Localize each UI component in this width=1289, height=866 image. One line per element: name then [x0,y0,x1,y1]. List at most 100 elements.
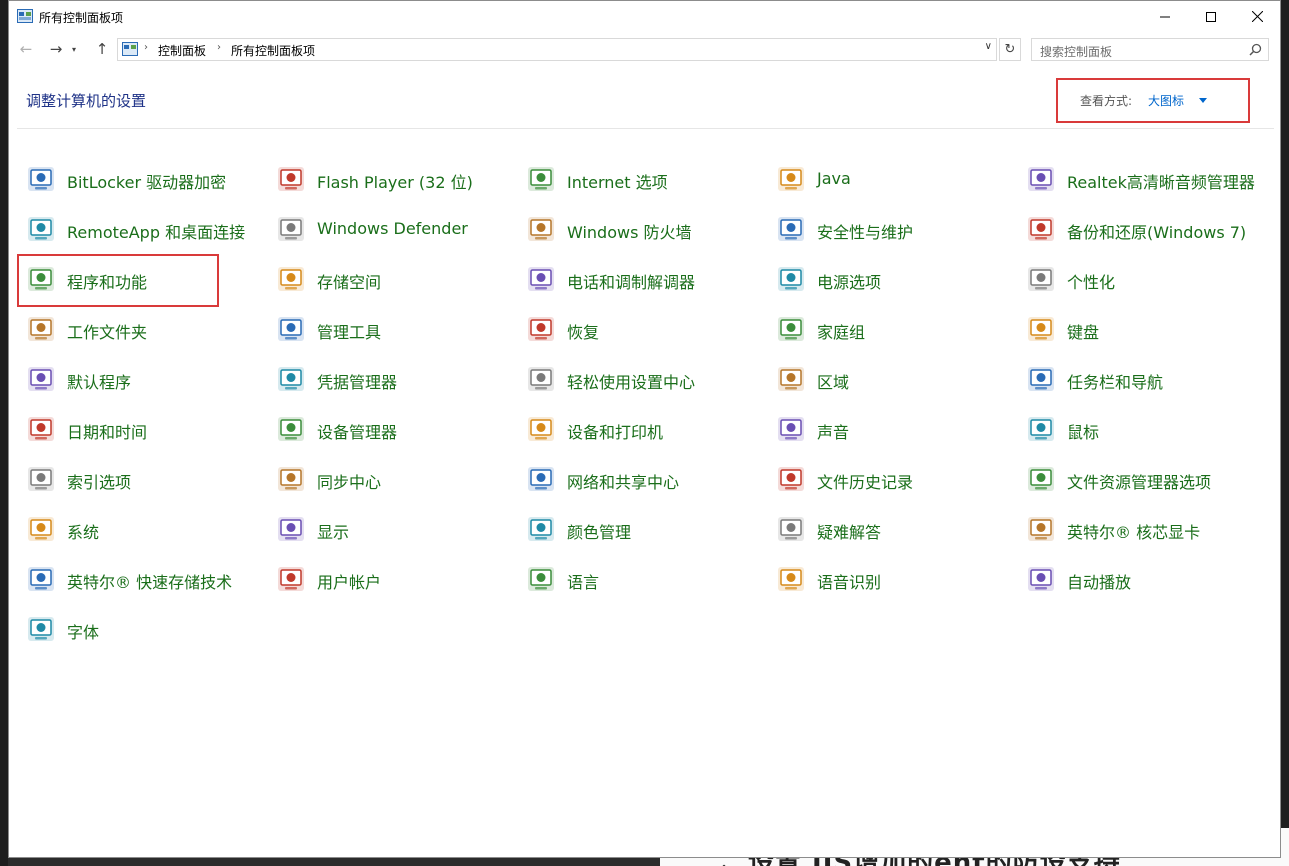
maximize-button[interactable] [1188,1,1234,32]
control-panel-item-label[interactable]: 设备管理器 [317,419,397,443]
control-panel-item-label[interactable]: 设备和打印机 [567,419,663,443]
control-panel-item[interactable]: 系统 [13,506,263,550]
control-panel-item[interactable]: 区域 [763,356,1013,400]
view-by-control[interactable]: 查看方式: 大图标 [1056,78,1250,123]
control-panel-item[interactable]: 备份和还原(Windows 7) [1013,206,1263,250]
control-panel-item-label[interactable]: 家庭组 [817,319,865,343]
breadcrumb-separator-icon[interactable]: › [144,42,148,53]
control-panel-item-label[interactable]: Windows 防火墙 [567,219,692,243]
control-panel-item-label[interactable]: 鼠标 [1067,419,1099,443]
control-panel-item-label[interactable]: 任务栏和导航 [1067,369,1163,393]
control-panel-item-label[interactable]: 网络和共享中心 [567,469,679,493]
control-panel-item-label[interactable]: 显示 [317,519,349,543]
address-dropdown-icon[interactable]: ∨ [985,41,992,52]
search-box[interactable]: 搜索控制面板 [1031,38,1269,61]
control-panel-item-label[interactable]: 默认程序 [67,369,131,393]
control-panel-item-label[interactable]: 管理工具 [317,319,381,343]
control-panel-item[interactable]: 颜色管理 [513,506,763,550]
control-panel-item[interactable]: 英特尔® 核芯显卡 [1013,506,1263,550]
control-panel-item[interactable]: 任务栏和导航 [1013,356,1263,400]
control-panel-item[interactable]: Realtek高清晰音频管理器 [1013,156,1263,200]
control-panel-item-label[interactable]: 备份和还原(Windows 7) [1067,219,1246,243]
control-panel-item[interactable]: Java [763,156,1013,200]
back-button[interactable]: ← [15,38,37,60]
control-panel-item[interactable]: 英特尔® 快速存储技术 [13,556,263,600]
control-panel-item-label[interactable]: 疑难解答 [817,519,881,543]
control-panel-item-label[interactable]: 颜色管理 [567,519,631,543]
control-panel-item[interactable]: 文件历史记录 [763,456,1013,500]
breadcrumb-separator-icon[interactable]: › [217,42,221,53]
control-panel-item-label[interactable]: 恢复 [567,319,599,343]
control-panel-item[interactable]: 自动播放 [1013,556,1263,600]
control-panel-item[interactable]: 文件资源管理器选项 [1013,456,1263,500]
control-panel-item[interactable]: 个性化 [1013,256,1263,300]
control-panel-item-label[interactable]: 凭据管理器 [317,369,397,393]
control-panel-item[interactable]: 电话和调制解调器 [513,256,763,300]
control-panel-item-label[interactable]: 电源选项 [817,269,881,293]
control-panel-item-label[interactable]: BitLocker 驱动器加密 [67,169,226,193]
control-panel-item-label[interactable]: 索引选项 [67,469,131,493]
control-panel-item[interactable]: 安全性与维护 [763,206,1013,250]
control-panel-item-label[interactable]: 用户帐户 [317,569,381,593]
control-panel-item[interactable]: BitLocker 驱动器加密 [13,156,263,200]
control-panel-item-label[interactable]: Internet 选项 [567,169,668,193]
control-panel-item[interactable]: 网络和共享中心 [513,456,763,500]
control-panel-item-label[interactable]: 语言 [567,569,599,593]
control-panel-item[interactable]: 键盘 [1013,306,1263,350]
control-panel-item-label[interactable]: RemoteApp 和桌面连接 [67,219,245,243]
control-panel-item[interactable]: 凭据管理器 [263,356,513,400]
control-panel-item[interactable]: 设备和打印机 [513,406,763,450]
search-icon[interactable] [1249,43,1262,56]
control-panel-item-label[interactable]: 系统 [67,519,99,543]
control-panel-item-label[interactable]: 个性化 [1067,269,1115,293]
minimize-button[interactable] [1142,1,1188,32]
control-panel-item[interactable]: RemoteApp 和桌面连接 [13,206,263,250]
control-panel-item[interactable]: 管理工具 [263,306,513,350]
control-panel-item[interactable]: 工作文件夹 [13,306,263,350]
control-panel-item[interactable]: 语音识别 [763,556,1013,600]
control-panel-item[interactable]: Windows 防火墙 [513,206,763,250]
title-bar[interactable]: 所有控制面板项 [9,1,1280,32]
control-panel-item[interactable]: 恢复 [513,306,763,350]
control-panel-item[interactable]: Flash Player (32 位) [263,156,513,200]
control-panel-item[interactable]: 设备管理器 [263,406,513,450]
refresh-button[interactable]: ↻ [999,38,1021,61]
control-panel-item-label[interactable]: 语音识别 [817,569,881,593]
breadcrumb-control-panel[interactable]: 控制面板 [158,42,206,59]
control-panel-item[interactable]: Internet 选项 [513,156,763,200]
control-panel-item-label[interactable]: 自动播放 [1067,569,1131,593]
control-panel-item-label[interactable]: 声音 [817,419,849,443]
control-panel-item[interactable]: 语言 [513,556,763,600]
control-panel-item-label[interactable]: Windows Defender [317,219,468,238]
control-panel-item-label[interactable]: 同步中心 [317,469,381,493]
control-panel-item-label[interactable]: Realtek高清晰音频管理器 [1067,169,1255,193]
control-panel-item-label[interactable]: 英特尔® 核芯显卡 [1067,519,1200,543]
control-panel-item[interactable]: 日期和时间 [13,406,263,450]
control-panel-item-label[interactable]: 日期和时间 [67,419,147,443]
control-panel-item-label[interactable]: 英特尔® 快速存储技术 [67,569,232,593]
control-panel-item[interactable]: 电源选项 [763,256,1013,300]
forward-button[interactable]: → [45,38,67,60]
control-panel-item-label[interactable]: 工作文件夹 [67,319,147,343]
control-panel-item-label[interactable]: 电话和调制解调器 [567,269,695,293]
control-panel-item[interactable]: 同步中心 [263,456,513,500]
control-panel-item[interactable]: 字体 [13,606,263,650]
control-panel-item[interactable]: 用户帐户 [263,556,513,600]
breadcrumb-all-items[interactable]: 所有控制面板项 [231,42,315,59]
control-panel-item[interactable]: Windows Defender [263,206,513,250]
address-bar[interactable]: › 控制面板 › 所有控制面板项 ∨ [117,38,997,61]
control-panel-item-label[interactable]: 文件历史记录 [817,469,913,493]
control-panel-item-label[interactable]: 安全性与维护 [817,219,913,243]
control-panel-item-label[interactable]: Java [817,169,851,188]
control-panel-item[interactable]: 显示 [263,506,513,550]
recent-locations-button[interactable]: ▾ [67,38,81,60]
control-panel-item[interactable]: 轻松使用设置中心 [513,356,763,400]
view-by-dropdown[interactable]: 大图标 [1148,92,1184,109]
control-panel-item-label[interactable]: 轻松使用设置中心 [567,369,695,393]
control-panel-item-label[interactable]: 字体 [67,619,99,643]
control-panel-item-label[interactable]: 区域 [817,369,849,393]
dropdown-arrow-icon[interactable] [1199,98,1207,103]
close-button[interactable] [1234,1,1280,32]
up-button[interactable]: ↑ [91,38,113,60]
control-panel-item[interactable]: 疑难解答 [763,506,1013,550]
